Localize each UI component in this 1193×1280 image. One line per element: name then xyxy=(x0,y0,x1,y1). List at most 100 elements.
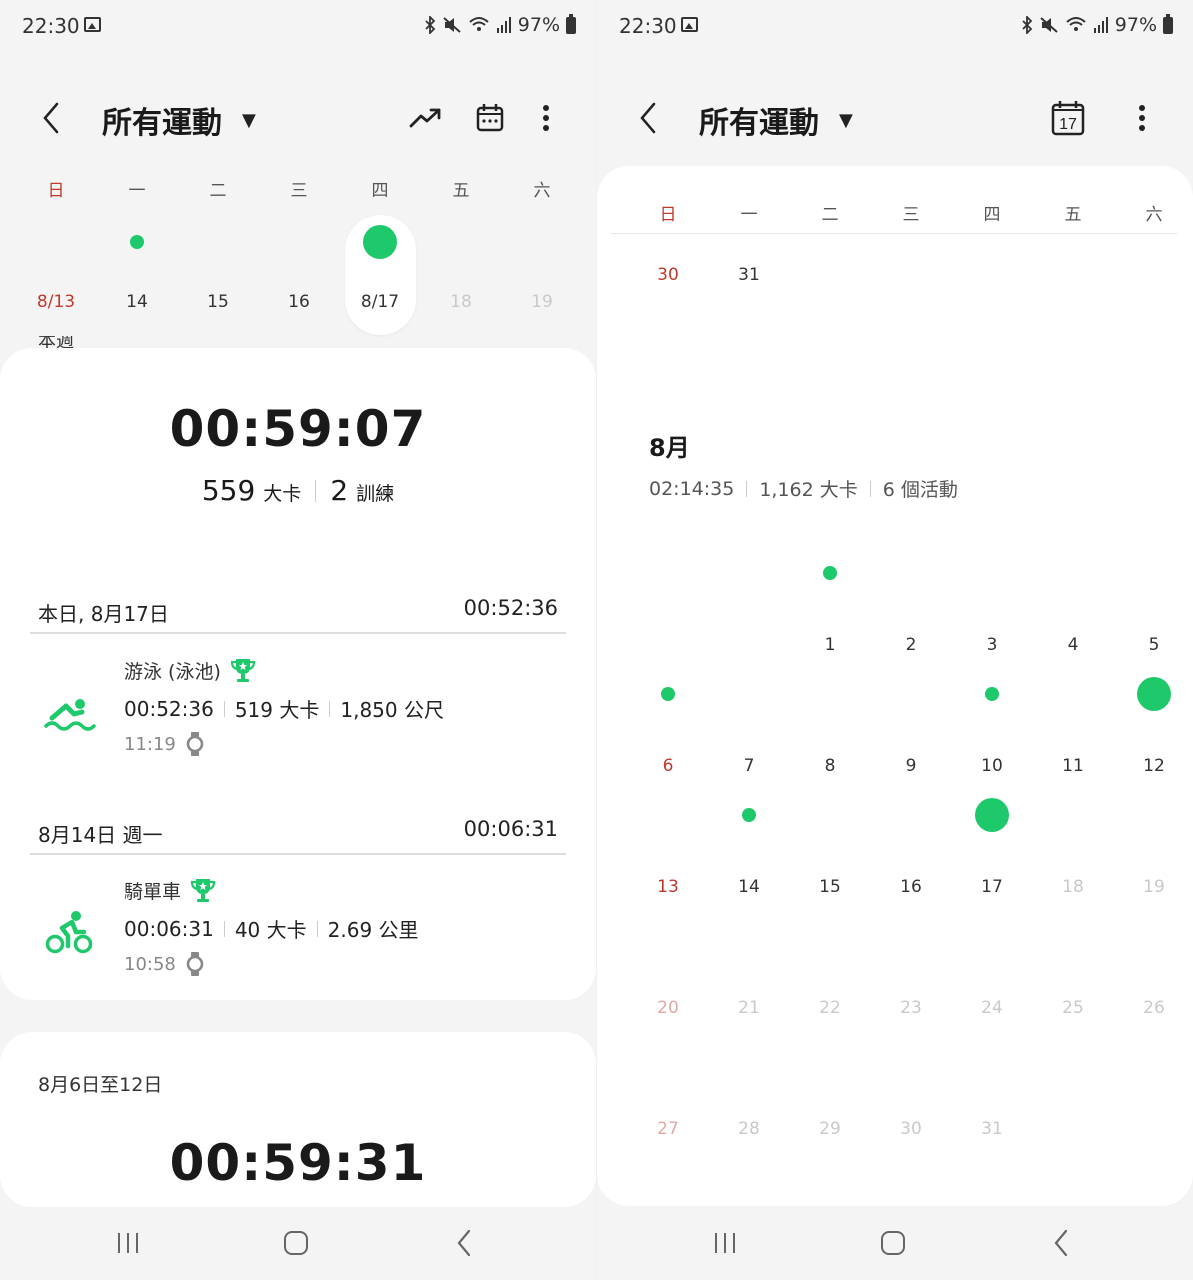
calendar-day-cell[interactable]: 23 xyxy=(871,998,951,1018)
calendar-day-cell[interactable]: 26 xyxy=(1114,998,1193,1018)
back-button[interactable] xyxy=(36,98,66,138)
activity-start: 11:19 xyxy=(124,732,204,756)
activity-item-swimming[interactable]: 游泳 (泳池) 00:52:36 519 大卡 1,850 公尺 11:19 xyxy=(30,656,566,776)
cycling-icon xyxy=(45,911,93,954)
trend-button[interactable] xyxy=(406,98,446,138)
activity-dot xyxy=(742,808,756,822)
chevron-left-icon xyxy=(43,102,59,134)
signal-icon xyxy=(496,17,511,33)
today-button[interactable]: 17 xyxy=(1048,98,1088,138)
calendar-today-icon: 17 xyxy=(1051,101,1085,136)
week-date-cell[interactable]: 16 xyxy=(259,292,339,312)
activity-dot xyxy=(130,235,144,249)
calendar-day-cell[interactable]: 28 xyxy=(709,1119,789,1139)
calendar-day-cell[interactable]: 2 xyxy=(871,635,951,655)
activity-distance: 2.69 公里 xyxy=(327,918,419,942)
wifi-icon xyxy=(469,17,489,31)
week-total-time: 00:59:07 xyxy=(169,400,427,458)
calendar-day-cell[interactable]: 10 xyxy=(952,756,1032,776)
watch-icon xyxy=(186,952,204,976)
recents-icon xyxy=(715,1233,735,1253)
system-back-button[interactable] xyxy=(1041,1223,1081,1263)
calendar-day-cell[interactable]: 18 xyxy=(1033,877,1113,897)
back-arrow-icon xyxy=(457,1229,471,1257)
calendar-day-cell[interactable]: 30 xyxy=(628,265,708,285)
activity-name: 游泳 (泳池) xyxy=(124,656,257,684)
calendar-day-cell[interactable]: 3 xyxy=(952,635,1032,655)
recents-button[interactable] xyxy=(108,1223,148,1263)
calendar-day-cell[interactable]: 12 xyxy=(1114,756,1193,776)
calendar-day-cell[interactable]: 14 xyxy=(709,877,789,897)
activity-item-cycling[interactable]: 騎單車 00:06:31 40 大卡 2.69 公里 10:58 xyxy=(30,876,566,996)
calendar-day-cell[interactable]: 27 xyxy=(628,1119,708,1139)
calendar-day-cell[interactable]: 24 xyxy=(952,998,1032,1018)
activity-name: 騎單車 xyxy=(124,876,217,904)
day-total-time: 00:52:36 xyxy=(463,596,558,620)
calendar-day-cell[interactable]: 31 xyxy=(709,265,789,285)
monthly-calendar-screen: 22:30 97% 所有運動 ▼ 17 日 一 二 三 四 五 六 30 31 … xyxy=(597,0,1193,1280)
gallery-notification-icon xyxy=(681,17,698,32)
more-options-button[interactable] xyxy=(526,98,566,138)
calendar-day-cell[interactable]: 15 xyxy=(790,877,870,897)
calendar-day-cell[interactable]: 30 xyxy=(871,1119,951,1139)
week-date-cell[interactable]: 18 xyxy=(421,292,501,312)
caret-down-icon: ▼ xyxy=(242,109,256,131)
calendar-day-cell[interactable]: 9 xyxy=(871,756,951,776)
calendar-day-cell[interactable]: 7 xyxy=(709,756,789,776)
week-date-cell[interactable]: 8/13 xyxy=(16,292,96,312)
week-date-cell[interactable]: 8/17 xyxy=(340,292,420,312)
week-date-cell[interactable]: 19 xyxy=(502,292,582,312)
activity-duration: 00:52:36 xyxy=(124,696,214,721)
mute-icon xyxy=(443,17,461,33)
calendar-day-cell[interactable]: 21 xyxy=(709,998,789,1018)
calendar-day-cell[interactable]: 20 xyxy=(628,998,708,1018)
calendar-day-cell[interactable]: 17 xyxy=(952,877,1032,897)
status-icons: 97% xyxy=(1021,13,1173,36)
calendar-day-cell[interactable]: 31 xyxy=(952,1119,1032,1139)
mute-icon xyxy=(1040,17,1058,33)
back-button[interactable] xyxy=(633,98,663,138)
calendar-day-cell[interactable]: 4 xyxy=(1033,635,1113,655)
divider xyxy=(316,920,318,937)
calendar-day-cell[interactable]: 8 xyxy=(790,756,870,776)
month-title: 8月 xyxy=(649,434,690,462)
month-activity-count: 6 個活動 xyxy=(882,479,958,501)
week-date-cell[interactable]: 15 xyxy=(178,292,258,312)
weekday-label: 日 xyxy=(47,181,65,201)
navigation-bar xyxy=(597,1205,1193,1280)
calendar-day-cell[interactable]: 22 xyxy=(790,998,870,1018)
calendar-day-cell[interactable]: 16 xyxy=(871,877,951,897)
calendar-day-cell[interactable]: 13 xyxy=(628,877,708,897)
weekday-label: 六 xyxy=(1145,205,1163,225)
battery-icon xyxy=(1163,13,1173,34)
status-bar: 22:30 97% xyxy=(0,0,596,54)
calendar-day-cell[interactable]: 19 xyxy=(1114,877,1193,897)
calendar-day-cell[interactable]: 11 xyxy=(1033,756,1113,776)
week-kcal: 559 大卡 xyxy=(201,474,302,507)
sport-filter-dropdown[interactable]: 所有運動 ▼ xyxy=(699,98,853,142)
app-bar: 所有運動 ▼ 17 xyxy=(597,86,1193,150)
activity-start-time: 11:19 xyxy=(124,733,176,755)
status-time: 22:30 xyxy=(22,14,80,38)
home-icon xyxy=(881,1231,905,1255)
sport-filter-dropdown[interactable]: 所有運動 ▼ xyxy=(102,98,256,142)
calendar-day-cell[interactable]: 25 xyxy=(1033,998,1113,1018)
calendar-button[interactable] xyxy=(470,98,510,138)
recents-button[interactable] xyxy=(705,1223,745,1263)
chevron-left-icon xyxy=(640,102,656,134)
calendar-day-cell[interactable]: 29 xyxy=(790,1119,870,1139)
activity-dot xyxy=(363,225,397,259)
calendar-day-cell[interactable]: 6 xyxy=(628,756,708,776)
system-back-button[interactable] xyxy=(444,1223,484,1263)
home-button[interactable] xyxy=(276,1223,316,1263)
calendar-day-cell[interactable]: 5 xyxy=(1114,635,1193,655)
weekday-label: 五 xyxy=(452,181,470,201)
more-options-button[interactable] xyxy=(1122,98,1162,138)
calendar-day-cell[interactable]: 1 xyxy=(790,635,870,655)
weekday-label: 二 xyxy=(209,181,227,201)
recents-icon xyxy=(118,1233,138,1253)
home-button[interactable] xyxy=(873,1223,913,1263)
activity-kcal: 40 大卡 xyxy=(234,918,307,942)
week-date-cell[interactable]: 14 xyxy=(97,292,177,312)
previous-week-total: 00:59:31 xyxy=(169,1134,427,1192)
